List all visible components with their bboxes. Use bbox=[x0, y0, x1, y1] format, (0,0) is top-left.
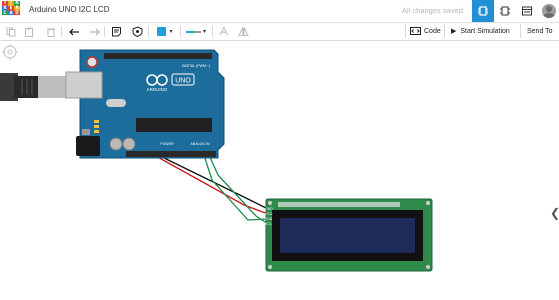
copy-icon bbox=[6, 27, 16, 36]
undo-icon bbox=[68, 28, 79, 35]
code-icon bbox=[410, 27, 421, 35]
rotate-button[interactable] bbox=[216, 24, 230, 39]
start-simulation-button[interactable]: ▶ Start Simulation bbox=[444, 24, 519, 38]
i2c-lcd-module[interactable]: GND VCC SDA SCL bbox=[265, 198, 433, 272]
note-icon bbox=[111, 27, 121, 37]
pin-label: SDA bbox=[265, 217, 273, 221]
trash-icon bbox=[47, 28, 55, 37]
redo-icon bbox=[89, 28, 100, 35]
list-icon bbox=[522, 6, 532, 16]
capacitor bbox=[109, 137, 123, 151]
play-icon: ▶ bbox=[451, 28, 457, 35]
top-bar: T I N K E R C A D Arduino UNO I2C LCD Al… bbox=[0, 0, 559, 23]
code-button[interactable]: Code bbox=[405, 24, 442, 38]
circuit-view-button[interactable] bbox=[472, 0, 494, 22]
undo-button[interactable] bbox=[67, 24, 81, 39]
angle-icon bbox=[219, 26, 228, 36]
atmega-chip bbox=[136, 118, 212, 132]
edit-toolbar: ▾ ▾ Code ▶ Start Simulation Send To bbox=[0, 23, 559, 41]
model-text: UNO bbox=[175, 78, 191, 85]
usb-port bbox=[65, 71, 103, 99]
schematic-view-button[interactable] bbox=[494, 0, 516, 22]
save-status: All changes saved bbox=[402, 6, 463, 15]
shield-eye-icon bbox=[132, 26, 142, 37]
mirror-icon bbox=[237, 27, 249, 36]
digital-header bbox=[104, 53, 212, 59]
toolbar-divider bbox=[61, 26, 62, 37]
send-to-label: Send To bbox=[527, 27, 553, 35]
vcc-wire[interactable] bbox=[153, 154, 269, 215]
flip-button[interactable] bbox=[236, 24, 250, 39]
tinkercad-logo[interactable]: T I N K E R C A D bbox=[2, 0, 20, 20]
notes-button[interactable] bbox=[109, 24, 123, 39]
chip-icon bbox=[478, 6, 488, 16]
power-jack bbox=[76, 136, 100, 156]
chevron-down-icon: ▾ bbox=[202, 29, 206, 35]
pin-label: SCL bbox=[265, 222, 272, 226]
copy-button[interactable] bbox=[5, 24, 17, 39]
pin-header bbox=[278, 202, 400, 207]
wire-style-picker[interactable]: ▾ bbox=[183, 24, 209, 39]
component-list-button[interactable] bbox=[516, 0, 538, 22]
avatar bbox=[542, 4, 556, 18]
arduino-uno-board[interactable]: UNO ARDUINO DIGITAL (PWM ~) POWER ANALOG… bbox=[65, 49, 225, 159]
reset-button[interactable] bbox=[86, 56, 98, 68]
paste-button[interactable] bbox=[23, 24, 35, 39]
wire-line-icon bbox=[185, 30, 201, 33]
toolbar-divider bbox=[180, 26, 181, 37]
lcd-screen bbox=[280, 218, 415, 253]
redo-button[interactable] bbox=[87, 24, 101, 39]
toolbar-divider bbox=[212, 26, 213, 37]
power-label: POWER bbox=[160, 142, 174, 146]
toolbar-divider bbox=[104, 26, 105, 37]
circuit-drawing[interactable]: UNO ARDUINO DIGITAL (PWM ~) POWER ANALOG… bbox=[0, 41, 559, 300]
scl-wire[interactable] bbox=[208, 154, 269, 225]
component-icon bbox=[500, 6, 510, 16]
delete-button[interactable] bbox=[45, 24, 57, 39]
crystal bbox=[106, 99, 126, 107]
paste-icon bbox=[25, 27, 33, 37]
capacitor bbox=[122, 137, 136, 151]
wires[interactable] bbox=[153, 154, 269, 225]
circuit-canvas[interactable]: UNO ARDUINO DIGITAL (PWM ~) POWER ANALOG… bbox=[0, 41, 559, 300]
inspect-button[interactable] bbox=[130, 24, 144, 39]
digital-label: DIGITAL (PWM ~) bbox=[182, 64, 210, 68]
toolbar-divider bbox=[148, 26, 149, 37]
code-label: Code bbox=[424, 27, 441, 35]
pin-label: VCC bbox=[265, 212, 273, 216]
zoom-fit-icon[interactable] bbox=[2, 44, 18, 60]
collapse-panel-chevron-icon[interactable]: ❮ bbox=[550, 206, 559, 220]
analog-label: ANALOG IN bbox=[190, 142, 210, 146]
design-title[interactable]: Arduino UNO I2C LCD bbox=[29, 5, 109, 14]
pin-label: GND bbox=[265, 207, 273, 211]
color-picker[interactable]: ▾ bbox=[152, 24, 178, 39]
logo-letter: D bbox=[14, 9, 20, 16]
color-swatch bbox=[157, 27, 167, 36]
send-to-button[interactable]: Send To bbox=[520, 24, 559, 38]
start-simulation-label: Start Simulation bbox=[460, 27, 510, 35]
brand-text: ARDUINO bbox=[147, 87, 168, 92]
chevron-down-icon: ▾ bbox=[169, 29, 173, 35]
analog-power-header bbox=[126, 151, 216, 157]
user-avatar[interactable] bbox=[538, 0, 559, 22]
usb-cable[interactable] bbox=[0, 73, 66, 101]
